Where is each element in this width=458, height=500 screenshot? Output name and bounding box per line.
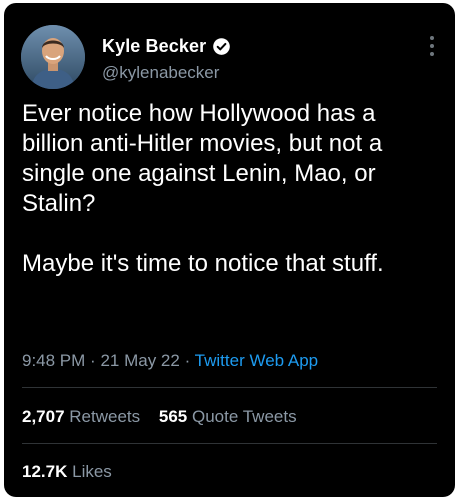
- quote-tweets-count: 565: [158, 407, 188, 426]
- author-name-row: Kyle Becker: [102, 36, 231, 57]
- meta-separator: ·: [90, 351, 96, 370]
- more-options-icon[interactable]: [429, 36, 435, 56]
- profile-photo-icon: [21, 25, 85, 89]
- meta-separator: ·: [184, 351, 191, 370]
- likes-count: 12.7K: [22, 462, 68, 481]
- tweet-time[interactable]: 9:48 PM: [22, 351, 85, 370]
- avatar[interactable]: [21, 25, 85, 89]
- retweets-count: 2,707: [22, 407, 65, 426]
- retweets-label: Retweets: [69, 407, 141, 426]
- quote-tweets-stat[interactable]: 565 Quote Tweets: [159, 407, 297, 427]
- verified-badge-icon: [212, 37, 231, 56]
- engagement-stats-row: 2,707 Retweets 565 Quote Tweets: [22, 407, 297, 427]
- likes-stat[interactable]: 12.7K Likes: [22, 462, 112, 482]
- tweet-source-link[interactable]: Twitter Web App: [195, 351, 318, 370]
- likes-label: Likes: [72, 462, 112, 481]
- retweets-stat[interactable]: 2,707 Retweets: [22, 407, 140, 427]
- author-handle[interactable]: @kylenabecker: [102, 63, 219, 83]
- divider: [22, 387, 437, 388]
- likes-stats-row: 12.7K Likes: [22, 462, 112, 482]
- author-display-name[interactable]: Kyle Becker: [102, 36, 206, 57]
- tweet-meta: 9:48 PM · 21 May 22 · Twitter Web App: [22, 351, 318, 371]
- tweet-text: Ever notice how Hollywood has a billion …: [22, 100, 384, 277]
- divider: [22, 443, 437, 444]
- tweet-card: Kyle Becker @kylenabecker Ever notice ho…: [4, 3, 455, 497]
- tweet-date[interactable]: 21 May 22: [100, 351, 179, 370]
- quote-tweets-label: Quote Tweets: [192, 407, 297, 426]
